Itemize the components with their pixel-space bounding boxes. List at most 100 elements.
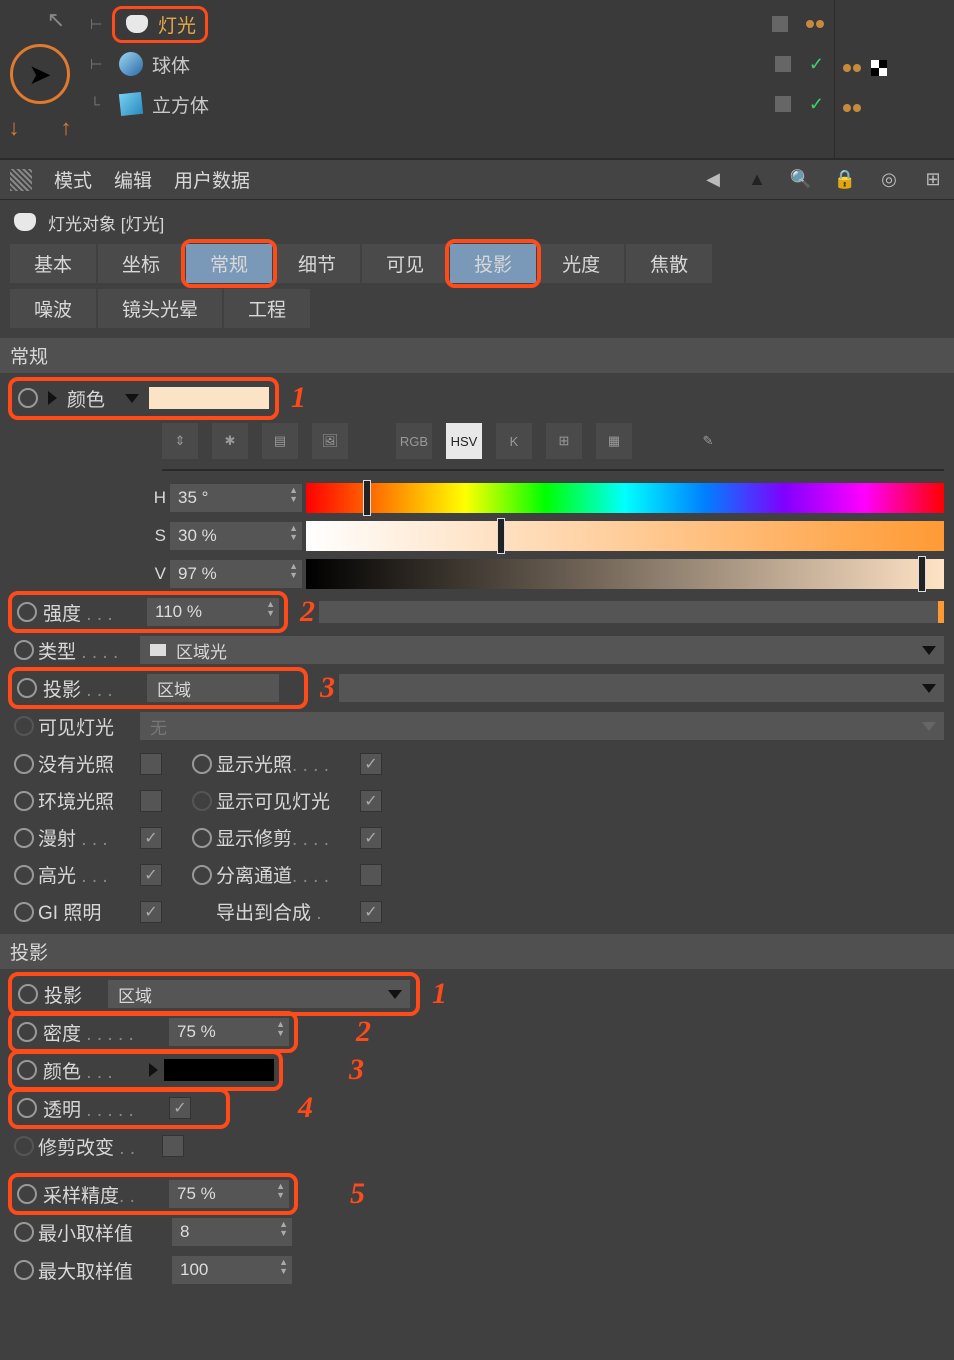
anim-radio[interactable] bbox=[17, 678, 37, 698]
tab-lens[interactable]: 镜头光晕 bbox=[98, 289, 222, 328]
check-icon[interactable]: ✓ bbox=[809, 94, 824, 115]
kelvin-mode-button[interactable]: K bbox=[496, 423, 532, 459]
anim-radio[interactable] bbox=[17, 1022, 37, 1042]
anim-radio[interactable] bbox=[18, 984, 38, 1004]
anim-radio[interactable] bbox=[192, 865, 212, 885]
edit-menu[interactable]: 编辑 bbox=[114, 166, 152, 193]
material-tag-icon[interactable] bbox=[843, 104, 861, 112]
shadow-color-swatch[interactable] bbox=[164, 1059, 274, 1081]
object-row-sphere[interactable]: ⊢ 球体 ✓ bbox=[90, 44, 824, 84]
tab-photometric[interactable]: 光度 bbox=[538, 244, 624, 283]
mode-menu[interactable]: 模式 bbox=[54, 166, 92, 193]
up-arrow-icon[interactable]: ↑ bbox=[50, 112, 82, 144]
render-toggle-icon[interactable] bbox=[806, 20, 824, 28]
sep-pass-checkbox[interactable] bbox=[360, 864, 382, 886]
anim-radio[interactable] bbox=[192, 828, 212, 848]
next-icon[interactable]: ▲ bbox=[746, 169, 768, 191]
checker-tag-icon[interactable] bbox=[871, 60, 887, 76]
anim-radio[interactable] bbox=[17, 602, 37, 622]
tab-visible[interactable]: 可见 bbox=[362, 244, 448, 283]
shadow-section: 投影 区域 1 密度 . . . . . 75 %▲▼ 2 颜色 . . . 3… bbox=[0, 969, 954, 1293]
anim-radio[interactable] bbox=[14, 640, 34, 660]
anim-radio[interactable] bbox=[17, 1060, 37, 1080]
swatches-icon[interactable]: ▦ bbox=[596, 423, 632, 459]
anim-radio[interactable] bbox=[192, 754, 212, 774]
val-slider[interactable] bbox=[306, 559, 944, 589]
expand-icon[interactable] bbox=[48, 391, 57, 405]
eyedropper-icon[interactable]: ✎ bbox=[690, 423, 726, 459]
anim-radio[interactable] bbox=[14, 902, 34, 922]
add-icon[interactable]: ⊞ bbox=[922, 169, 944, 191]
shadow-dropdown[interactable]: 区域 bbox=[147, 674, 279, 702]
sat-input[interactable]: 30 %▲▼ bbox=[170, 522, 302, 550]
hue-input[interactable]: 35 °▲▼ bbox=[170, 484, 302, 512]
sat-slider[interactable] bbox=[306, 521, 944, 551]
ambient-checkbox[interactable] bbox=[140, 790, 162, 812]
anim-radio[interactable] bbox=[14, 754, 34, 774]
anim-radio[interactable] bbox=[14, 791, 34, 811]
vertical-slider-icon[interactable]: ⇕ bbox=[162, 423, 198, 459]
sampling-input[interactable]: 75 %▲▼ bbox=[169, 1180, 289, 1208]
search-icon[interactable]: 🔍 bbox=[790, 169, 812, 191]
transparency-checkbox[interactable] bbox=[169, 1097, 191, 1119]
object-row-cube[interactable]: └ 立方体 ✓ bbox=[90, 84, 824, 124]
visibility-toggle-icon[interactable] bbox=[775, 56, 791, 72]
check-icon[interactable]: ✓ bbox=[809, 54, 824, 75]
anim-radio[interactable] bbox=[18, 388, 38, 408]
lock-icon[interactable]: 🔒 bbox=[834, 169, 856, 191]
arrow-icon[interactable]: ↖ bbox=[40, 4, 72, 36]
show-clip-checkbox[interactable] bbox=[360, 827, 382, 849]
color-swatch[interactable] bbox=[149, 387, 269, 409]
tab-coords[interactable]: 坐标 bbox=[98, 244, 184, 283]
material-tag-icon[interactable] bbox=[843, 64, 861, 72]
select-tool-button[interactable]: ➤ bbox=[10, 44, 70, 104]
hue-slider[interactable] bbox=[306, 483, 944, 513]
diffuse-checkbox[interactable] bbox=[140, 827, 162, 849]
tab-project[interactable]: 工程 bbox=[224, 289, 310, 328]
tab-caustics[interactable]: 焦散 bbox=[626, 244, 712, 283]
expand-icon[interactable] bbox=[149, 1063, 158, 1077]
prev-icon[interactable]: ◀ bbox=[702, 169, 724, 191]
rgb-mode-button[interactable]: RGB bbox=[396, 423, 432, 459]
target-icon[interactable]: ◎ bbox=[878, 169, 900, 191]
show-illum-checkbox[interactable] bbox=[360, 753, 382, 775]
anim-radio[interactable] bbox=[14, 828, 34, 848]
tab-general[interactable]: 常规 bbox=[186, 244, 272, 283]
chevron-down-icon bbox=[922, 684, 936, 693]
anim-radio[interactable] bbox=[14, 865, 34, 885]
hsv-mode-button[interactable]: HSV bbox=[446, 423, 482, 459]
anim-radio[interactable] bbox=[14, 1260, 34, 1280]
tab-basic[interactable]: 基本 bbox=[10, 244, 96, 283]
user-data-menu[interactable]: 用户数据 bbox=[174, 166, 250, 193]
gi-checkbox[interactable] bbox=[140, 901, 162, 923]
anim-radio bbox=[14, 1136, 34, 1156]
anim-radio[interactable] bbox=[17, 1184, 37, 1204]
min-samples-input[interactable]: 8▲▼ bbox=[172, 1218, 292, 1246]
val-input[interactable]: 97 %▲▼ bbox=[170, 560, 302, 588]
specular-checkbox[interactable] bbox=[140, 864, 162, 886]
down-arrow-icon[interactable]: ↓ bbox=[0, 112, 30, 144]
visibility-toggle-icon[interactable] bbox=[775, 96, 791, 112]
color-wheel-icon[interactable]: ✱ bbox=[212, 423, 248, 459]
anim-radio[interactable] bbox=[14, 1222, 34, 1242]
density-input[interactable]: 75 %▲▼ bbox=[169, 1018, 289, 1046]
anim-radio[interactable] bbox=[17, 1098, 37, 1118]
shadow2-dropdown[interactable]: 区域 bbox=[108, 980, 410, 1008]
no-illum-checkbox[interactable] bbox=[140, 753, 162, 775]
visibility-toggle-icon[interactable] bbox=[772, 16, 788, 32]
tab-noise[interactable]: 噪波 bbox=[10, 289, 96, 328]
gradient-icon[interactable]: ▤ bbox=[262, 423, 298, 459]
intensity-slider[interactable] bbox=[319, 601, 944, 623]
type-dropdown[interactable]: 区域光 bbox=[140, 636, 944, 664]
object-row-light[interactable]: ⊢ 灯光 bbox=[90, 4, 824, 44]
mixer-icon[interactable]: ⊞ bbox=[546, 423, 582, 459]
tab-shadow[interactable]: 投影 bbox=[450, 244, 536, 283]
color-dropdown-icon[interactable] bbox=[125, 394, 139, 403]
type-label: 类型 . . . . bbox=[38, 637, 136, 664]
export-comp-checkbox[interactable] bbox=[360, 901, 382, 923]
shadow-dropdown-ext[interactable] bbox=[339, 674, 944, 702]
tab-detail[interactable]: 细节 bbox=[274, 244, 360, 283]
image-icon[interactable]: 🖼 bbox=[312, 423, 348, 459]
intensity-input[interactable]: 110 %▲▼ bbox=[147, 598, 279, 626]
max-samples-input[interactable]: 100▲▼ bbox=[172, 1256, 292, 1284]
